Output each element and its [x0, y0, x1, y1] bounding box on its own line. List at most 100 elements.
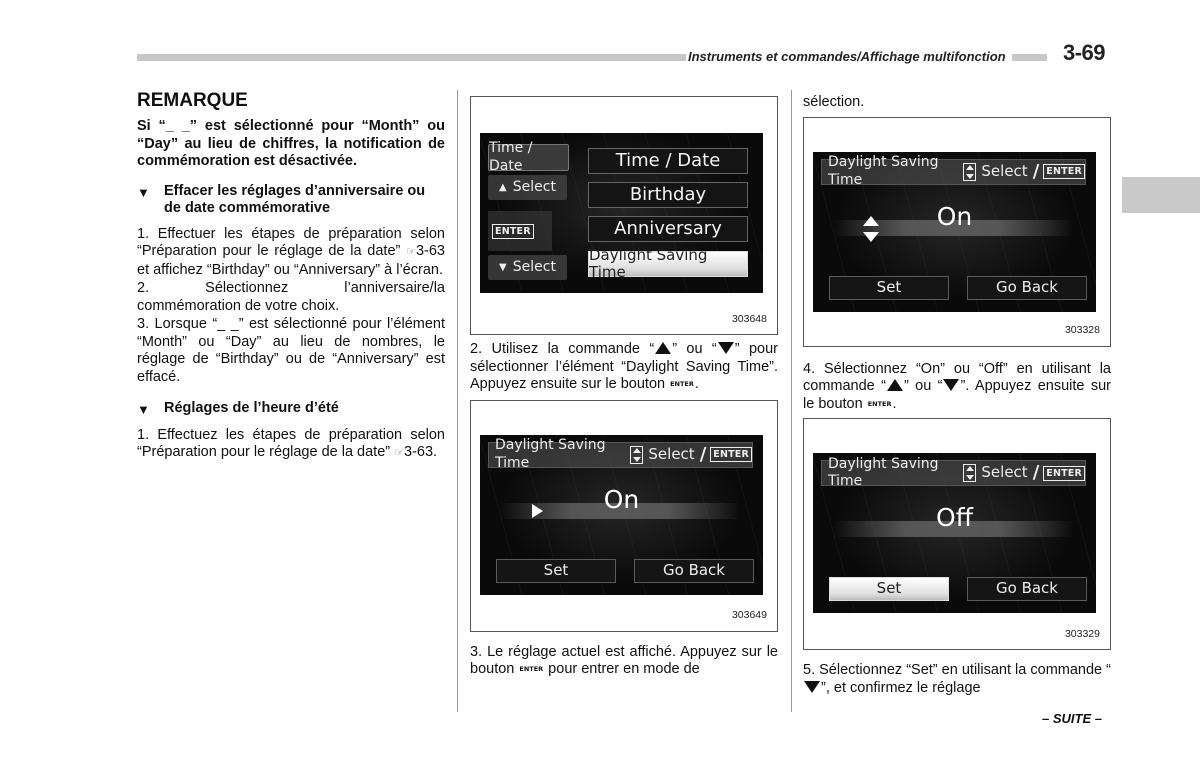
step-text: ” ou “ — [903, 378, 943, 394]
section-heading-text: Effacer les réglages d’anniversaire ou d… — [164, 182, 426, 217]
step-paragraph: 3. Le réglage actuel est affiché. Appuye… — [470, 644, 778, 679]
figure-number: 303648 — [731, 312, 767, 325]
page-reference-icon: ☞ — [406, 246, 416, 258]
display-screen: Daylight Saving Time Select / ENTER On S… — [813, 151, 1096, 312]
set-button: Set — [829, 577, 949, 601]
select-up-label: Select — [512, 178, 556, 195]
section-heading-text: Réglages de l’heure d’été — [164, 400, 339, 416]
step-text: . — [892, 395, 897, 412]
step-paragraph: 2. Sélectionnez l’anniversaire/la commém… — [137, 280, 445, 314]
select-down-label: Select — [512, 258, 556, 275]
remarque-title: REMARQUE — [137, 90, 248, 111]
step-paragraph: 4. Sélectionnez “On” ou “Off” en utilisa… — [803, 361, 1111, 414]
up-arrow-icon — [655, 342, 672, 354]
menu-item-time-date: Time / Date — [588, 148, 748, 174]
screen-header-label: Daylight Saving Time — [495, 437, 606, 471]
step-text: pour entrer en mode de — [544, 661, 700, 677]
section-heading: ▼ Réglages de l’heure d’été — [137, 400, 445, 419]
chapter-tab — [1122, 177, 1200, 213]
step-paragraph: 1. Effectuez les étapes de préparation s… — [137, 427, 445, 463]
select-up-button: ▲ Select — [488, 175, 567, 200]
screen-header-label: Daylight Saving Time — [828, 154, 939, 188]
step-text: 5. Sélectionnez “Set” en utilisant la co… — [803, 662, 1111, 678]
triangle-marker-icon: ▼ — [137, 402, 150, 417]
down-arrow-icon — [717, 342, 734, 354]
slash-separator: / — [1032, 462, 1040, 484]
setting-value: Off — [936, 503, 973, 532]
go-back-button: Go Back — [967, 577, 1087, 601]
step-text: 1. Effectuer les étapes de préparation s… — [137, 225, 445, 260]
figure-number: 303329 — [1064, 627, 1100, 640]
page-reference-icon: ☞ — [394, 447, 405, 459]
enter-button-icon: ENTER — [519, 665, 544, 673]
up-down-icon — [963, 464, 977, 482]
up-down-icon — [630, 445, 644, 464]
enter-button-icon: ENTER — [670, 380, 694, 388]
screen-header: Daylight Saving Time Select / ENTER — [821, 456, 1086, 489]
continued-label: – SUITE – — [1042, 711, 1102, 726]
step-text: 2. Utilisez la commande “ — [470, 341, 655, 357]
section-title: Instruments et commandes/Affichage multi… — [686, 49, 1012, 64]
select-label: Select — [648, 444, 695, 463]
panel-title: Time / Date — [488, 140, 569, 174]
set-button: Set — [829, 275, 949, 300]
figure-dst-select: Daylight Saving Time Select / ENTER On S… — [803, 116, 1111, 347]
step-text: et affichez “Birthday” ou “Anniversary” … — [137, 261, 443, 278]
go-back-button: Go Back — [634, 558, 754, 583]
screen-header-label: Daylight Saving Time — [828, 455, 939, 490]
menu-item-birthday: Birthday — [588, 182, 748, 208]
slash-separator: / — [1032, 160, 1040, 182]
display-screen: Time / Date ▲ Select ENTER ▼ Select Time… — [480, 133, 763, 293]
step-continuation: sélection. — [803, 94, 865, 110]
up-arrow-icon — [886, 379, 903, 391]
set-button: Set — [496, 558, 616, 583]
section-heading: ▼ Effacer les réglages d’anniversaire ou… — [137, 183, 445, 218]
display-screen: Daylight Saving Time Select / ENTER Off … — [813, 453, 1096, 613]
page-reference-link[interactable]: 3-63 — [416, 243, 445, 259]
enter-badge: ENTER — [1043, 465, 1085, 481]
figure-dst-off: Daylight Saving Time Select / ENTER Off … — [803, 418, 1111, 650]
page-number: 3-69 — [1063, 40, 1106, 65]
slash-separator: / — [699, 443, 707, 465]
figure-menu: Time / Date ▲ Select ENTER ▼ Select Time… — [470, 96, 778, 335]
right-column: sélection. Daylight Saving Time Select /… — [803, 94, 1111, 698]
screen-header: Daylight Saving Time Select / ENTER — [821, 154, 1086, 188]
triangle-marker-icon: ▼ — [137, 184, 150, 200]
triangle-up-icon: ▲ — [499, 181, 507, 193]
down-arrow-icon — [804, 680, 820, 693]
enter-button-icon: ENTER — [867, 399, 892, 408]
step-text: ” ou “ — [672, 341, 717, 357]
middle-column: Time / Date ▲ Select ENTER ▼ Select Time… — [470, 96, 778, 680]
select-label: Select — [981, 161, 1028, 180]
select-down-button: ▼ Select — [488, 255, 567, 280]
go-back-button: Go Back — [967, 275, 1087, 300]
setting-value: On — [936, 201, 973, 231]
triangle-down-icon: ▼ — [499, 261, 507, 273]
step-paragraph: 5. Sélectionnez “Set” en utilisant la co… — [803, 662, 1111, 697]
menu-item-anniversary: Anniversary — [588, 216, 748, 242]
step-text: ”, et confirmez le réglage — [821, 679, 981, 696]
step-text: . — [694, 376, 699, 392]
step-paragraph: 2. Utilisez la commande “” ou “” pour sé… — [470, 341, 778, 394]
up-down-icon — [963, 162, 977, 181]
display-screen: Daylight Saving Time Select / ENTER On S… — [480, 434, 763, 595]
menu-item-daylight-saving-time: Daylight Saving Time — [588, 246, 748, 281]
down-arrow-icon — [943, 379, 960, 391]
figure-number: 303328 — [1064, 324, 1100, 336]
enter-badge: ENTER — [1043, 164, 1085, 179]
screen-header: Daylight Saving Time Select / ENTER — [488, 437, 753, 471]
column-divider — [791, 90, 792, 712]
select-label: Select — [981, 463, 1028, 482]
column-divider — [457, 90, 458, 712]
left-column: REMARQUE Si “_ _” est sélectionné pour “… — [137, 90, 445, 464]
step-paragraph: 3. Lorsque “_ _” est sélectionné pour l’… — [137, 316, 445, 385]
step-paragraph: 1. Effectuer les étapes de préparation s… — [137, 226, 445, 280]
enter-badge: ENTER — [710, 447, 752, 462]
figure-dst-on: Daylight Saving Time Select / ENTER On S… — [470, 399, 778, 632]
remarque-body: Si “_ _” est sélectionné pour “Month” ou… — [137, 118, 445, 169]
enter-button: ENTER — [488, 211, 552, 251]
figure-number: 303649 — [731, 609, 767, 621]
page-reference-link[interactable]: 3-63 — [404, 444, 433, 460]
enter-badge: ENTER — [492, 223, 534, 239]
setting-value: On — [603, 484, 640, 514]
